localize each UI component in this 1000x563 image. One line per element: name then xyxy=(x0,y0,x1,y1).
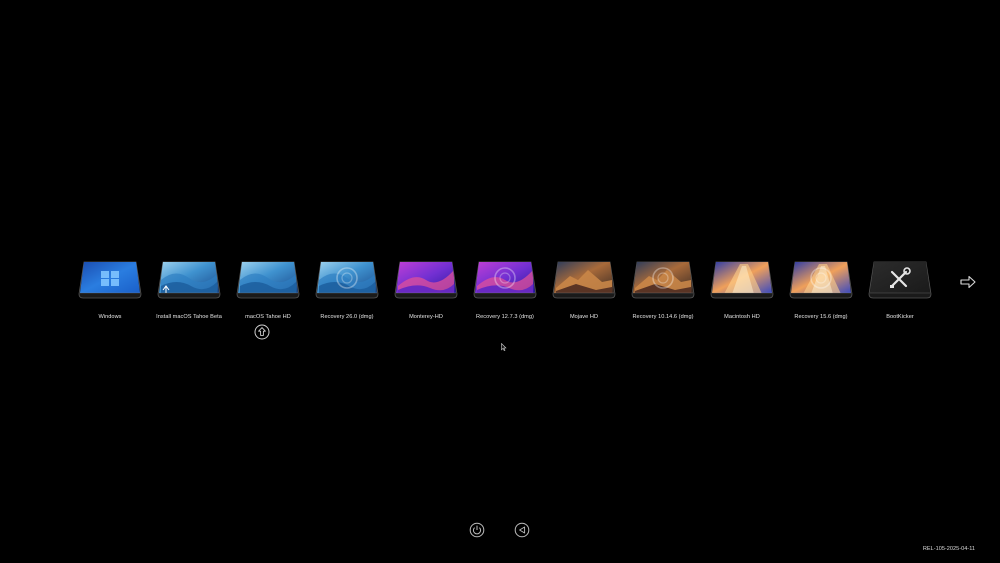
macos-mojave-wallpaper-icon xyxy=(552,260,616,300)
windows-logo-icon xyxy=(78,260,142,300)
shutdown-button[interactable] xyxy=(469,522,485,538)
recovery-mojave-icon xyxy=(631,260,695,300)
recovery-monterey-icon xyxy=(473,260,537,300)
power-icon xyxy=(469,522,485,538)
recovery-sequoia-icon xyxy=(789,260,853,300)
macos-tahoe-wallpaper-icon xyxy=(236,260,300,300)
version-label: REL-105-2025-04-11 xyxy=(922,546,975,552)
boot-picker-screen: Windows Install macOS Tahoe Beta macOS T… xyxy=(0,0,1000,563)
recovery-tahoe-icon xyxy=(315,260,379,300)
macos-sequoia-wallpaper-icon xyxy=(710,260,774,300)
tools-wrench-screwdriver-icon xyxy=(868,260,932,300)
reboot-button[interactable] xyxy=(514,522,530,538)
next-page-arrow-icon[interactable] xyxy=(958,272,978,292)
macos-monterey-wallpaper-icon xyxy=(394,260,458,300)
restart-icon xyxy=(514,522,530,538)
boot-entries-row: Windows Install macOS Tahoe Beta macOS T… xyxy=(70,258,940,328)
macos-tahoe-wallpaper-icon xyxy=(157,260,221,300)
boot-entry-bootkicker[interactable]: BootKicker xyxy=(860,258,940,328)
upload-arrow-circle-icon xyxy=(254,324,270,340)
mouse-pointer-icon xyxy=(501,338,507,351)
boot-entry-label: BootKicker xyxy=(886,314,914,320)
